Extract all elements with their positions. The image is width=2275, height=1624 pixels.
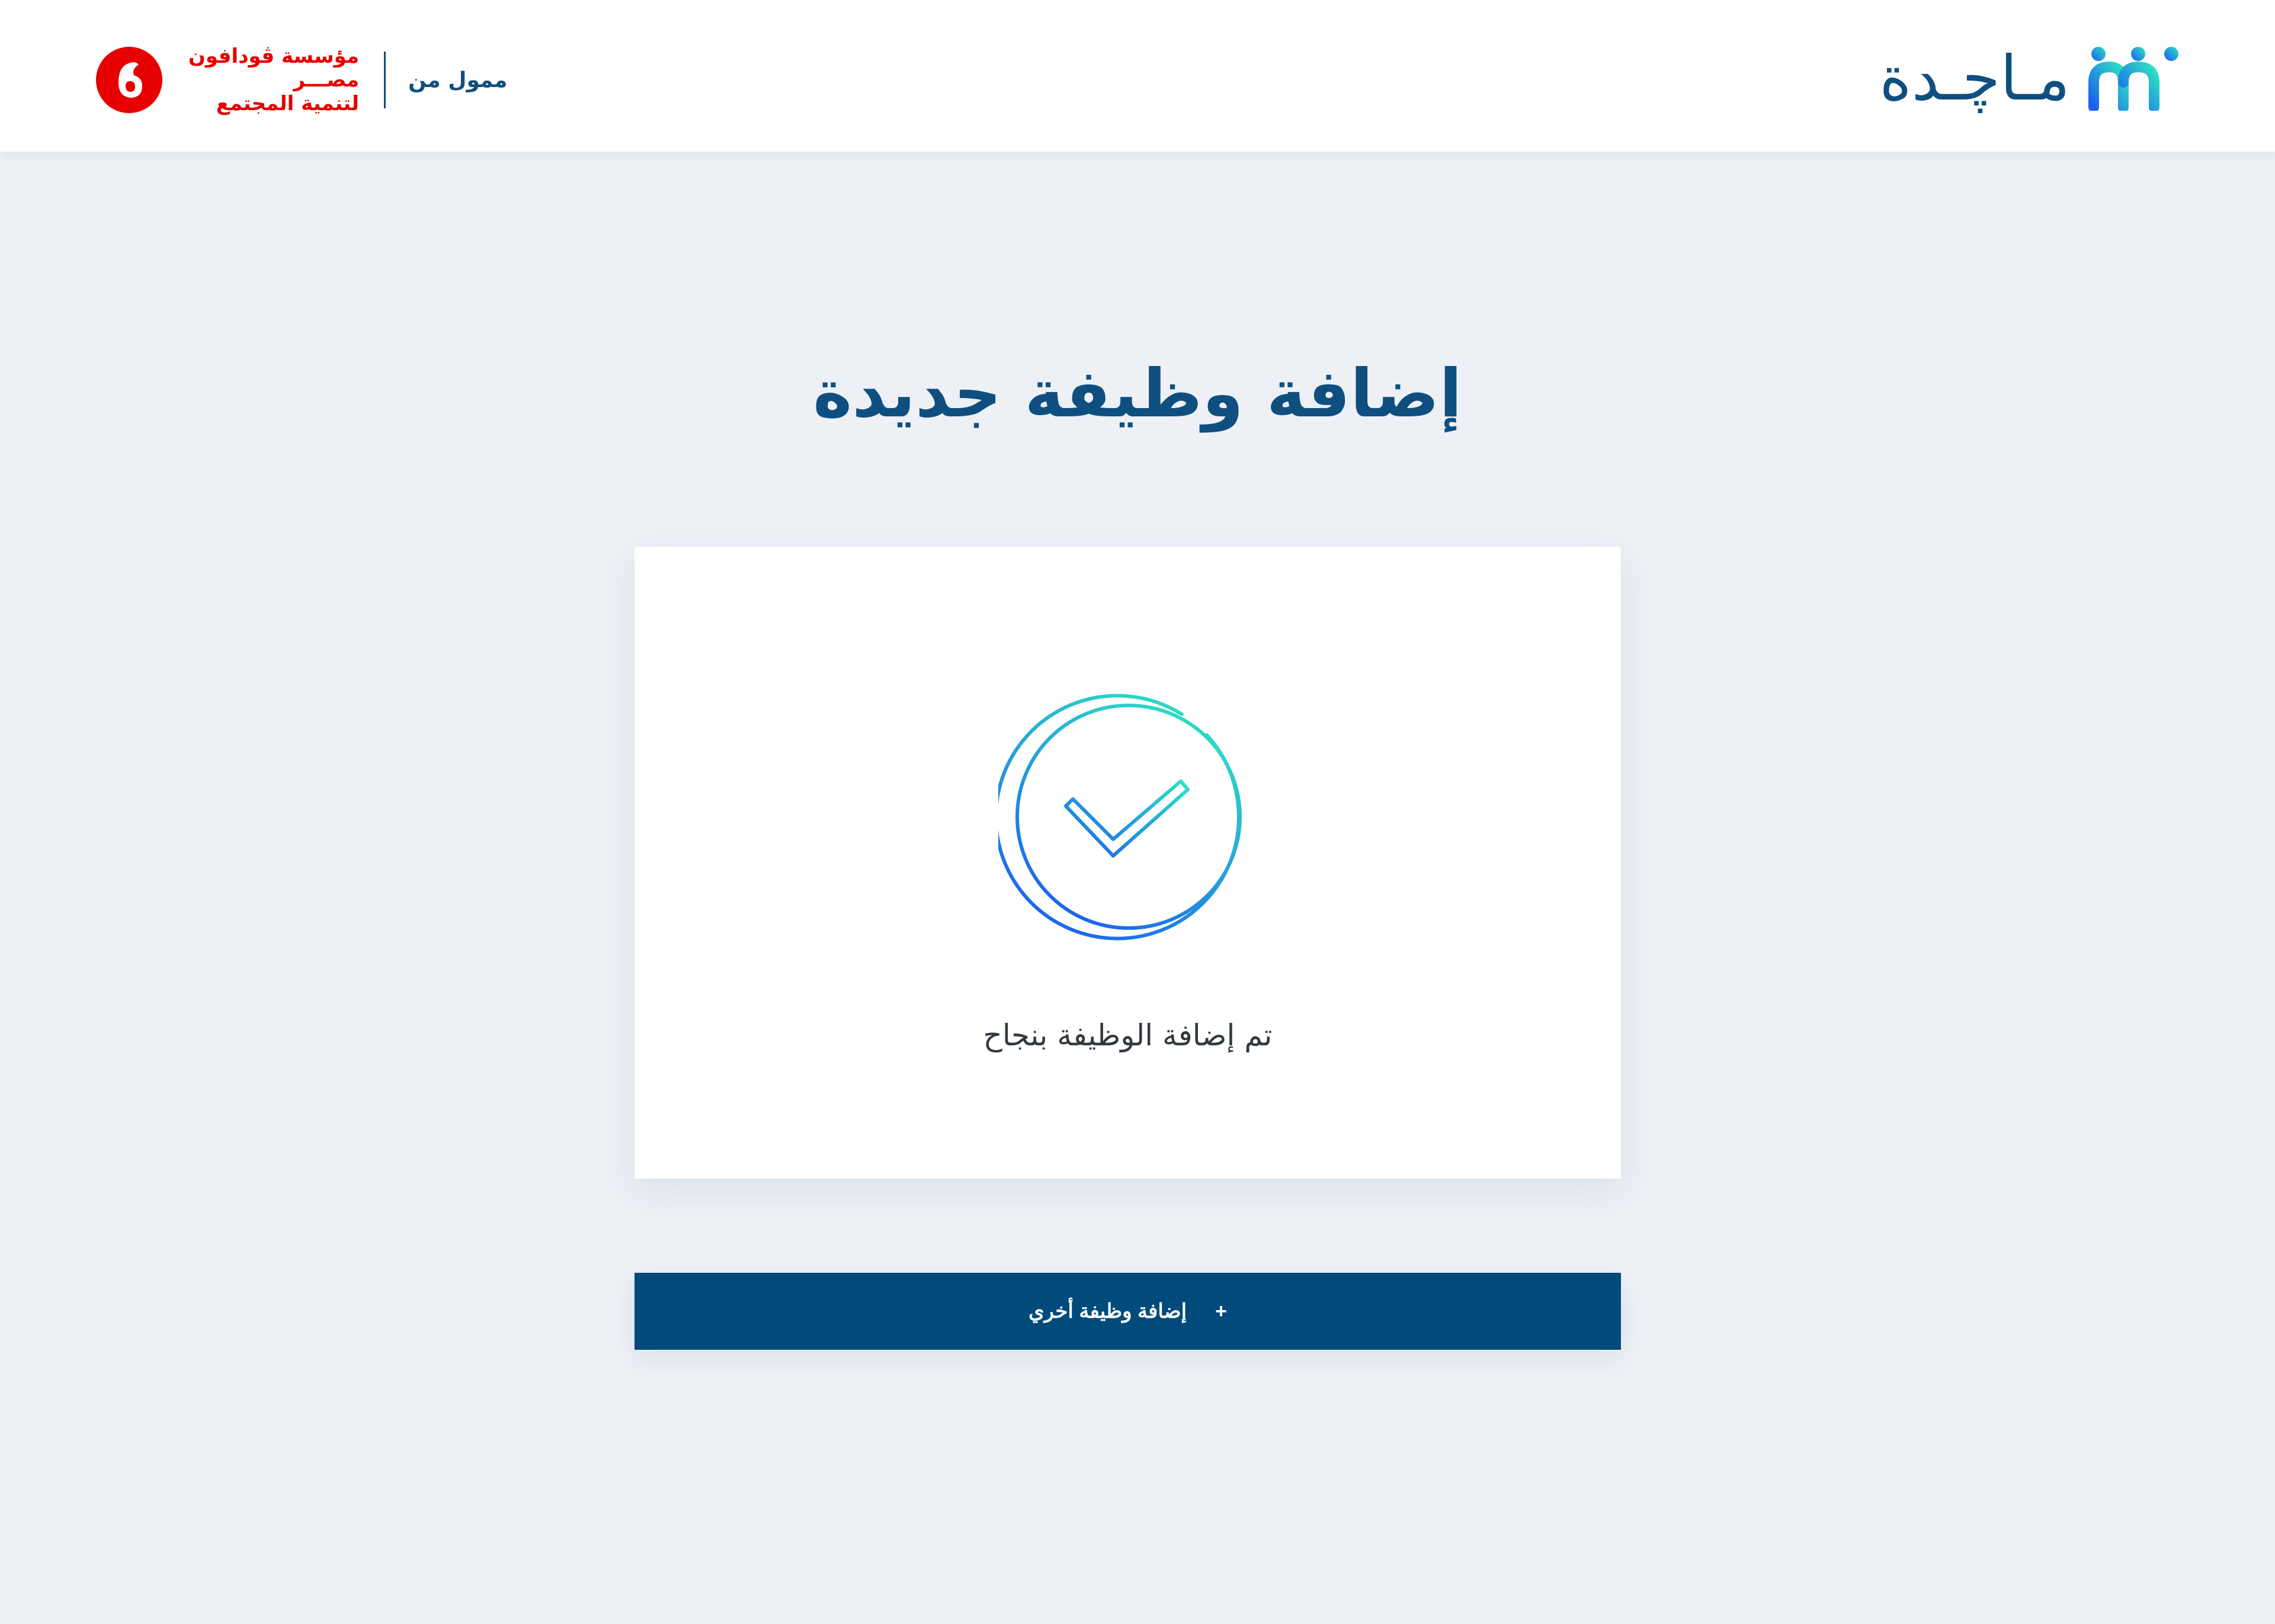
success-check-circle-icon — [998, 694, 1242, 941]
funder-line-1: مؤسسة ڤودافون — [188, 44, 359, 68]
funded-by-label: ممول من — [408, 68, 508, 92]
brand[interactable]: مـاچـدة — [1879, 43, 2183, 114]
funder-block: مؤسسة ڤودافون مصـــر لتنمية المجتمع ممول… — [95, 44, 508, 115]
vodafone-foundation-name: مؤسسة ڤودافون مصـــر لتنمية المجتمع — [181, 44, 359, 115]
add-another-job-label: إضافة وظيفة أخري — [1028, 1300, 1187, 1323]
vodafone-logo-icon — [96, 47, 162, 113]
page-title: إضافة وظيفة جديدة — [813, 355, 1462, 432]
brand-name: مـاچـدة — [1879, 42, 2070, 114]
divider — [384, 52, 386, 108]
add-another-job-button[interactable]: + إضافة وظيفة أخري — [635, 1273, 1621, 1350]
majda-logo-icon — [2088, 47, 2178, 111]
success-card: تم إضافة الوظيفة بنجاح — [635, 547, 1621, 1179]
funder-line-2: مصـــر — [293, 68, 359, 92]
top-header: مـاچـدة مؤسسة ڤودافون مصـــر لتنمية المج… — [0, 0, 2275, 152]
success-message: تم إضافة الوظيفة بنجاح — [983, 1018, 1273, 1052]
plus-icon: + — [1215, 1300, 1227, 1323]
funder-line-3: لتنمية المجتمع — [216, 92, 359, 115]
